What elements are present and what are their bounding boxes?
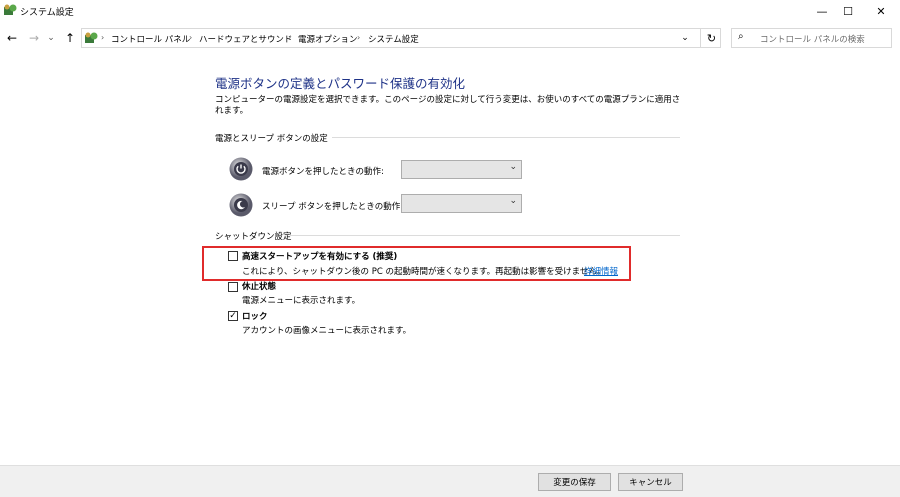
- search-icon: ⌕: [738, 31, 744, 42]
- power-button-action-label: 電源ボタンを押したときの動作:: [262, 167, 384, 177]
- breadcrumb-power-options[interactable]: 電源オプション: [298, 33, 358, 45]
- breadcrumb-separator: ›: [357, 33, 361, 42]
- page-title: 電源ボタンの定義とパスワード保護の有効化: [215, 76, 466, 91]
- search-placeholder[interactable]: コントロール パネルの検索: [760, 33, 865, 45]
- sleep-button-icon: [229, 193, 253, 217]
- save-changes-button[interactable]: 変更の保存: [538, 473, 611, 491]
- back-arrow-icon[interactable]: ←: [5, 31, 19, 45]
- sleep-button-action-select[interactable]: ⌄: [401, 194, 522, 213]
- recent-locations-chevron-icon[interactable]: ⌄: [44, 31, 58, 45]
- lock-description: アカウントの画像メニューに表示されます。: [242, 326, 412, 336]
- control-panel-breadcrumb-icon: [85, 32, 98, 43]
- footer-bar: [0, 465, 900, 497]
- address-dropdown-chevron-icon[interactable]: ⌄: [678, 31, 692, 45]
- lock-label[interactable]: ロック: [242, 310, 268, 322]
- lock-checkbox[interactable]: ✓: [228, 311, 238, 321]
- control-panel-icon: [4, 4, 17, 15]
- section-divider: [290, 235, 680, 236]
- hibernate-description: 電源メニューに表示されます。: [242, 296, 361, 306]
- up-arrow-icon[interactable]: ↑: [63, 31, 77, 45]
- page-description: コンピューターの電源設定を選択できます。このページの設定に対して行う変更は、お使…: [215, 95, 681, 116]
- close-button[interactable]: ✕: [865, 0, 897, 22]
- breadcrumb-separator: ›: [189, 33, 193, 42]
- shutdown-section-heading: シャットダウン設定: [215, 232, 292, 242]
- sleep-button-action-label: スリープ ボタンを押したときの動作:: [262, 202, 404, 212]
- maximize-button[interactable]: ☐: [832, 0, 864, 22]
- forward-arrow-icon[interactable]: →: [27, 31, 41, 45]
- highlight-box: [202, 246, 631, 281]
- power-button-action-select[interactable]: ⌄: [401, 160, 522, 179]
- power-button-icon: [229, 157, 253, 181]
- breadcrumb-separator: ›: [288, 33, 292, 42]
- chevron-down-icon: ⌄: [509, 162, 517, 172]
- checkmark-icon: ✓: [229, 311, 237, 321]
- breadcrumb-separator: ›: [101, 33, 105, 42]
- title-bar: [0, 0, 900, 22]
- cancel-button[interactable]: キャンセル: [618, 473, 683, 491]
- refresh-icon[interactable]: ↻: [700, 28, 722, 48]
- window-title: システム設定: [20, 8, 74, 18]
- hibernate-label[interactable]: 休止状態: [242, 280, 276, 292]
- power-sleep-section-heading: 電源とスリープ ボタンの設定: [215, 134, 328, 144]
- breadcrumb-system-settings[interactable]: システム設定: [368, 33, 419, 45]
- hibernate-checkbox[interactable]: [228, 282, 238, 292]
- section-divider: [332, 137, 680, 138]
- breadcrumb-control-panel[interactable]: コントロール パネル: [111, 33, 190, 45]
- breadcrumb-hardware-sound[interactable]: ハードウェアとサウンド: [199, 33, 292, 45]
- chevron-down-icon: ⌄: [509, 196, 517, 206]
